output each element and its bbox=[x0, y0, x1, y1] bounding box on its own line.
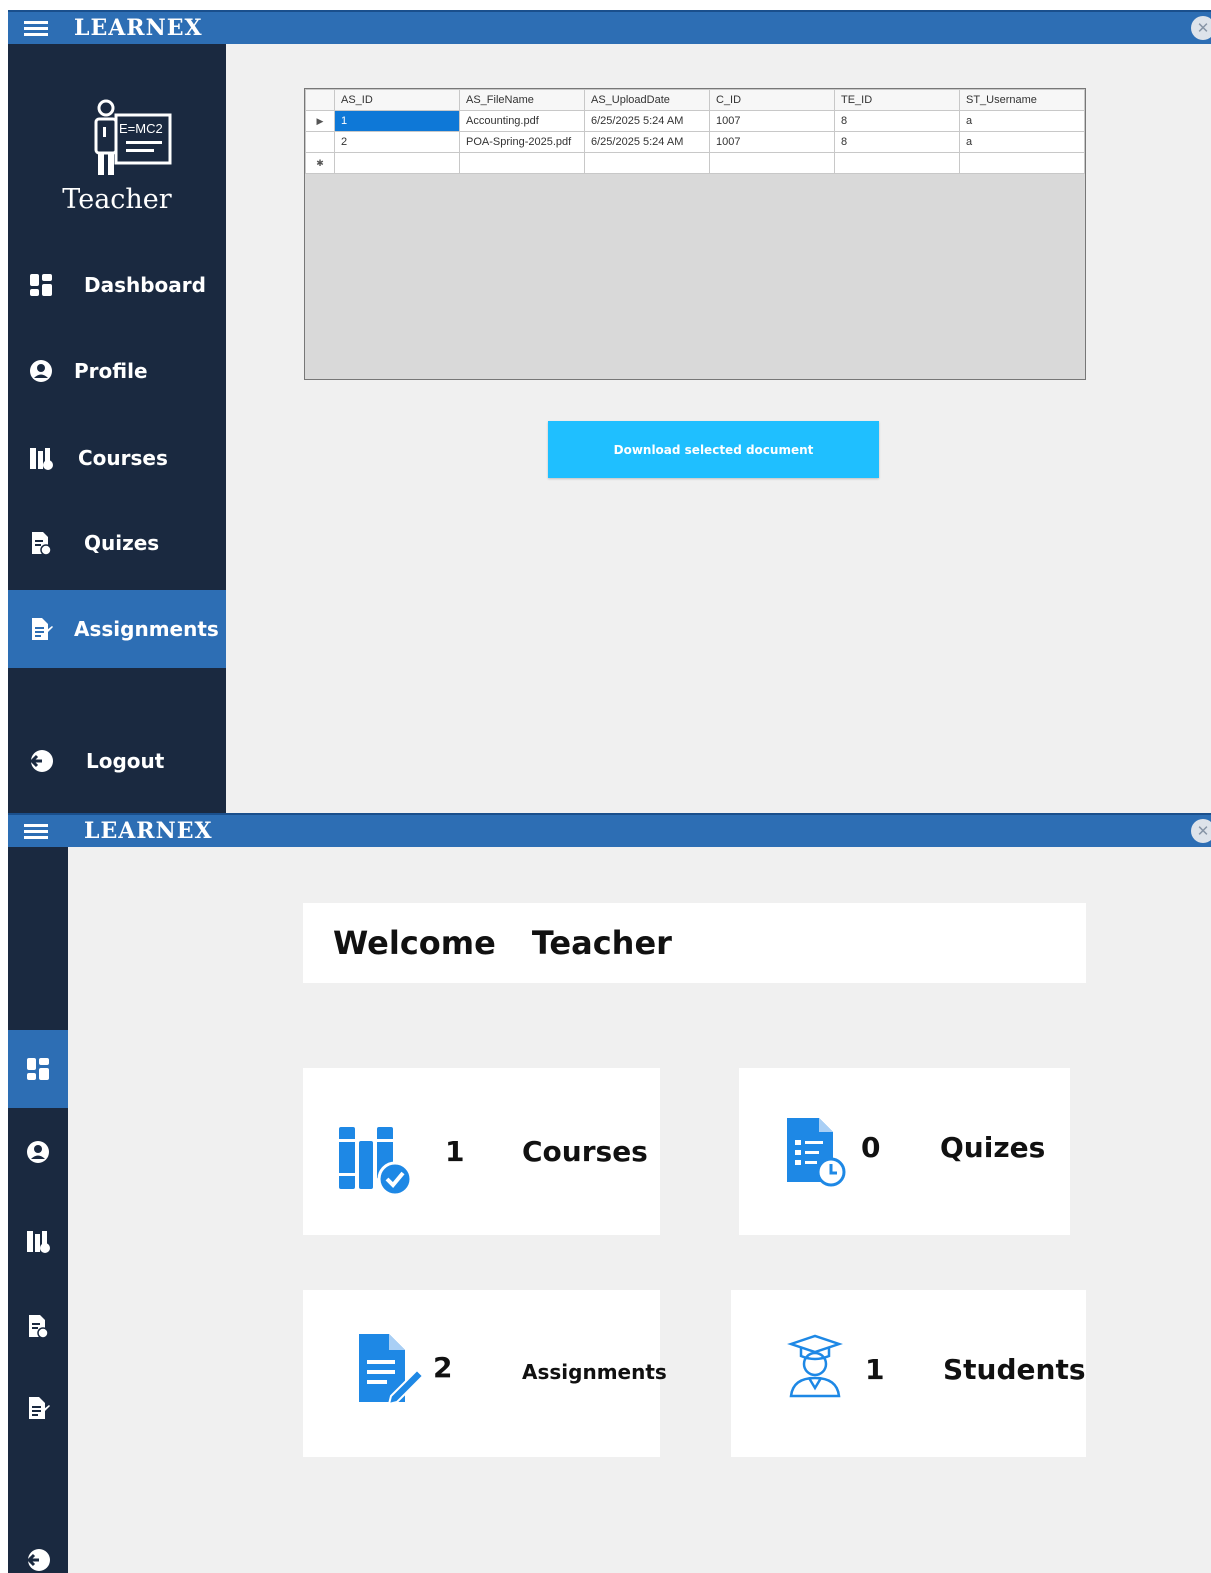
logout-icon bbox=[29, 750, 53, 772]
books-icon bbox=[339, 1127, 413, 1197]
brand-logo: LEARNEX bbox=[84, 818, 213, 844]
grid-cell[interactable] bbox=[459, 152, 585, 174]
courses-label: Courses bbox=[522, 1135, 648, 1168]
sidebar-item-logout[interactable] bbox=[8, 1521, 68, 1573]
grid-cell[interactable]: 8 bbox=[834, 110, 960, 132]
column-header[interactable]: ST_Username bbox=[959, 89, 1085, 111]
grid-cell[interactable]: a bbox=[959, 131, 1085, 153]
sidebar-item-quizes[interactable]: Quizes bbox=[8, 504, 226, 582]
grid-cell[interactable]: 1 bbox=[334, 110, 460, 132]
title-bar: LEARNEX ✕ bbox=[8, 10, 1211, 44]
courses-count: 1 bbox=[445, 1135, 465, 1168]
dashboard-icon bbox=[30, 274, 52, 296]
sidebar-item-dashboard[interactable] bbox=[8, 1030, 68, 1108]
current-row-indicator-icon[interactable]: ▶ bbox=[305, 110, 335, 132]
grid-cell[interactable]: 6/25/2025 5:24 AM bbox=[584, 110, 710, 132]
user-circle-icon bbox=[27, 1141, 49, 1163]
sidebar: E=MC2 Teacher Dashboard Profile Courses … bbox=[8, 44, 226, 813]
sidebar-item-courses[interactable]: Courses bbox=[8, 419, 226, 497]
sidebar-item-profile[interactable]: Profile bbox=[8, 332, 226, 410]
sidebar-item-profile[interactable] bbox=[8, 1113, 68, 1191]
quizes-stat-card[interactable]: 0 Quizes bbox=[739, 1068, 1070, 1235]
logo-text: E=MC2 bbox=[119, 121, 163, 136]
user-circle-icon bbox=[30, 360, 52, 382]
grid-cell[interactable]: a bbox=[959, 110, 1085, 132]
grid-header-row: AS_ID AS_FileName AS_UploadDate C_ID TE_… bbox=[305, 89, 1085, 111]
row-header[interactable] bbox=[305, 131, 335, 153]
collapsed-sidebar bbox=[8, 847, 68, 1573]
teacher-logo-icon: E=MC2 bbox=[94, 99, 172, 175]
close-icon[interactable]: ✕ bbox=[1191, 819, 1211, 843]
title-bar: LEARNEX ✕ bbox=[8, 813, 1211, 847]
assignment-icon bbox=[32, 618, 53, 640]
grid-cell[interactable] bbox=[334, 152, 460, 174]
welcome-name: Teacher bbox=[531, 924, 672, 962]
row-header-corner bbox=[305, 89, 335, 111]
sidebar-item-assignments[interactable] bbox=[8, 1369, 68, 1447]
grid-cell[interactable]: POA-Spring-2025.pdf bbox=[459, 131, 585, 153]
quiz-icon bbox=[32, 532, 52, 556]
sidebar-item-logout[interactable]: Logout bbox=[8, 722, 226, 800]
grid-cell[interactable] bbox=[834, 152, 960, 174]
assignments-window: LEARNEX ✕ E=MC2 Teacher Dashboard Profil… bbox=[8, 10, 1211, 813]
new-row-indicator-icon[interactable]: ✱ bbox=[305, 152, 335, 174]
table-row[interactable]: 2 POA-Spring-2025.pdf 6/25/2025 5:24 AM … bbox=[305, 131, 1085, 153]
download-document-button[interactable]: Download selected document bbox=[548, 421, 879, 478]
table-row[interactable]: ▶ 1 Accounting.pdf 6/25/2025 5:24 AM 100… bbox=[305, 110, 1085, 132]
grid-cell[interactable] bbox=[959, 152, 1085, 174]
quizes-count: 0 bbox=[861, 1131, 881, 1164]
assignments-count: 2 bbox=[433, 1351, 453, 1384]
grid-cell[interactable] bbox=[584, 152, 710, 174]
quiz-icon bbox=[787, 1118, 846, 1187]
assignment-icon bbox=[29, 1397, 50, 1419]
assignments-label: Assignments bbox=[522, 1360, 667, 1384]
dashboard-icon bbox=[27, 1058, 49, 1080]
sidebar-item-label: Assignments bbox=[74, 617, 219, 641]
close-icon[interactable]: ✕ bbox=[1191, 16, 1211, 40]
grid-cell[interactable]: Accounting.pdf bbox=[459, 110, 585, 132]
books-icon bbox=[27, 1231, 50, 1253]
students-stat-card[interactable]: 1 Students bbox=[731, 1290, 1086, 1457]
grid-cell[interactable]: 2 bbox=[334, 131, 460, 153]
assignment-icon bbox=[359, 1334, 425, 1404]
quizes-label: Quizes bbox=[940, 1131, 1046, 1164]
sidebar-item-courses[interactable] bbox=[8, 1202, 68, 1280]
graduate-student-icon bbox=[787, 1334, 843, 1398]
column-header[interactable]: AS_ID bbox=[334, 89, 460, 111]
sidebar-item-label: Logout bbox=[86, 749, 165, 773]
menu-icon[interactable] bbox=[24, 824, 48, 840]
grid-cell[interactable]: 1007 bbox=[709, 110, 835, 132]
grid-cell[interactable]: 8 bbox=[834, 131, 960, 153]
brand-logo: LEARNEX bbox=[74, 15, 203, 41]
column-header[interactable]: C_ID bbox=[709, 89, 835, 111]
column-header[interactable]: AS_UploadDate bbox=[584, 89, 710, 111]
sidebar-item-dashboard[interactable]: Dashboard bbox=[8, 246, 226, 324]
role-title: Teacher bbox=[62, 184, 172, 215]
students-count: 1 bbox=[865, 1353, 885, 1386]
grid-cell[interactable] bbox=[709, 152, 835, 174]
logout-icon bbox=[26, 1549, 50, 1571]
column-header[interactable]: AS_FileName bbox=[459, 89, 585, 111]
welcome-text: Welcome bbox=[333, 924, 496, 962]
grid-cell[interactable]: 6/25/2025 5:24 AM bbox=[584, 131, 710, 153]
sidebar-item-label: Quizes bbox=[84, 531, 160, 555]
sidebar-item-quizes[interactable] bbox=[8, 1287, 68, 1365]
sidebar-item-label: Dashboard bbox=[84, 273, 206, 297]
courses-stat-card[interactable]: 1 Courses bbox=[303, 1068, 660, 1235]
new-row[interactable]: ✱ bbox=[305, 152, 1085, 174]
assignments-grid[interactable]: AS_ID AS_FileName AS_UploadDate C_ID TE_… bbox=[304, 88, 1086, 380]
quiz-icon bbox=[29, 1315, 49, 1339]
sidebar-item-label: Courses bbox=[78, 446, 168, 470]
books-icon bbox=[30, 448, 53, 470]
grid-cell[interactable]: 1007 bbox=[709, 131, 835, 153]
sidebar-item-assignments[interactable]: Assignments bbox=[8, 590, 226, 668]
sidebar-item-label: Profile bbox=[74, 359, 148, 383]
welcome-banner: Welcome Teacher bbox=[303, 903, 1086, 983]
column-header[interactable]: TE_ID bbox=[834, 89, 960, 111]
students-label: Students bbox=[943, 1353, 1086, 1386]
menu-icon[interactable] bbox=[24, 21, 48, 37]
dashboard-window: LEARNEX ✕ Welcome Teacher 1 Courses 0 Qu… bbox=[8, 813, 1211, 1573]
assignments-stat-card[interactable]: 2 Assignments bbox=[303, 1290, 667, 1457]
